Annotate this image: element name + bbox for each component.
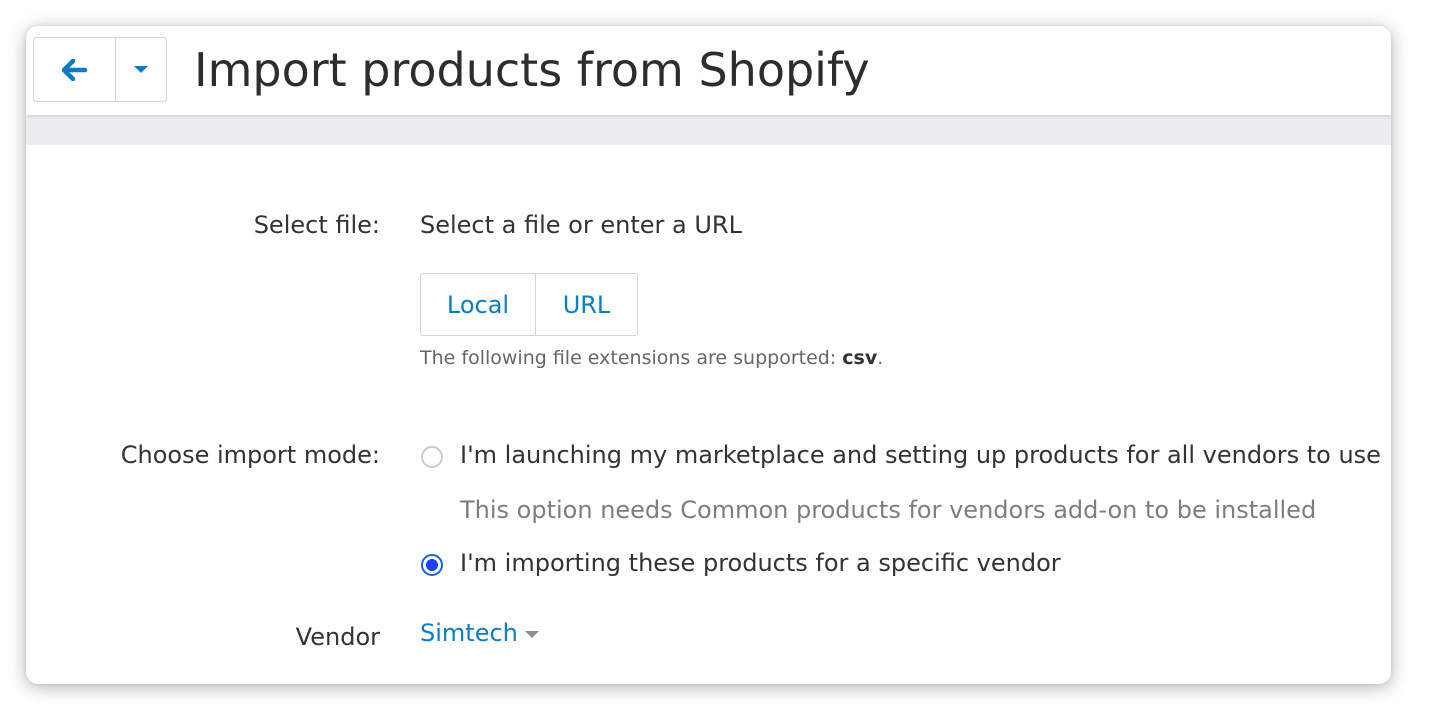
select-file-prompt: Select a file or enter a URL [420, 211, 742, 239]
navigation-button-group [33, 37, 167, 102]
marketplace-mode-label[interactable]: I'm launching my marketplace and setting… [460, 441, 1381, 469]
local-file-button[interactable]: Local [421, 274, 536, 335]
specific-vendor-mode-radio[interactable] [421, 554, 443, 576]
help-text: The following file extensions are suppor… [420, 347, 843, 369]
file-source-switch: Local URL [420, 273, 638, 336]
arrow-left-icon [61, 58, 87, 81]
header-divider-strip [26, 115, 1391, 145]
select-file-label: Select file: [253, 211, 380, 239]
marketplace-mode-note: This option needs Common products for ve… [460, 496, 1317, 524]
supported-extensions-help: The following file extensions are suppor… [420, 347, 883, 369]
help-period: . [877, 347, 884, 369]
navigation-dropdown-button[interactable] [116, 38, 166, 101]
page-title: Import products from Shopify [194, 43, 870, 97]
help-extension: csv [842, 347, 878, 369]
url-file-button[interactable]: URL [536, 274, 637, 335]
back-button[interactable] [34, 38, 116, 101]
page-header: Import products from Shopify [26, 26, 1391, 115]
vendor-label: Vendor [295, 623, 380, 651]
import-mode-label: Choose import mode: [120, 441, 380, 469]
caret-down-icon [134, 65, 148, 73]
caret-down-icon [524, 630, 539, 638]
vendor-selector[interactable]: Simtech [420, 619, 539, 647]
import-dialog: Import products from Shopify Select file… [26, 26, 1391, 684]
marketplace-mode-radio[interactable] [421, 446, 443, 468]
specific-vendor-mode-label[interactable]: I'm importing these products for a speci… [460, 549, 1061, 577]
vendor-value[interactable]: Simtech [420, 619, 518, 647]
